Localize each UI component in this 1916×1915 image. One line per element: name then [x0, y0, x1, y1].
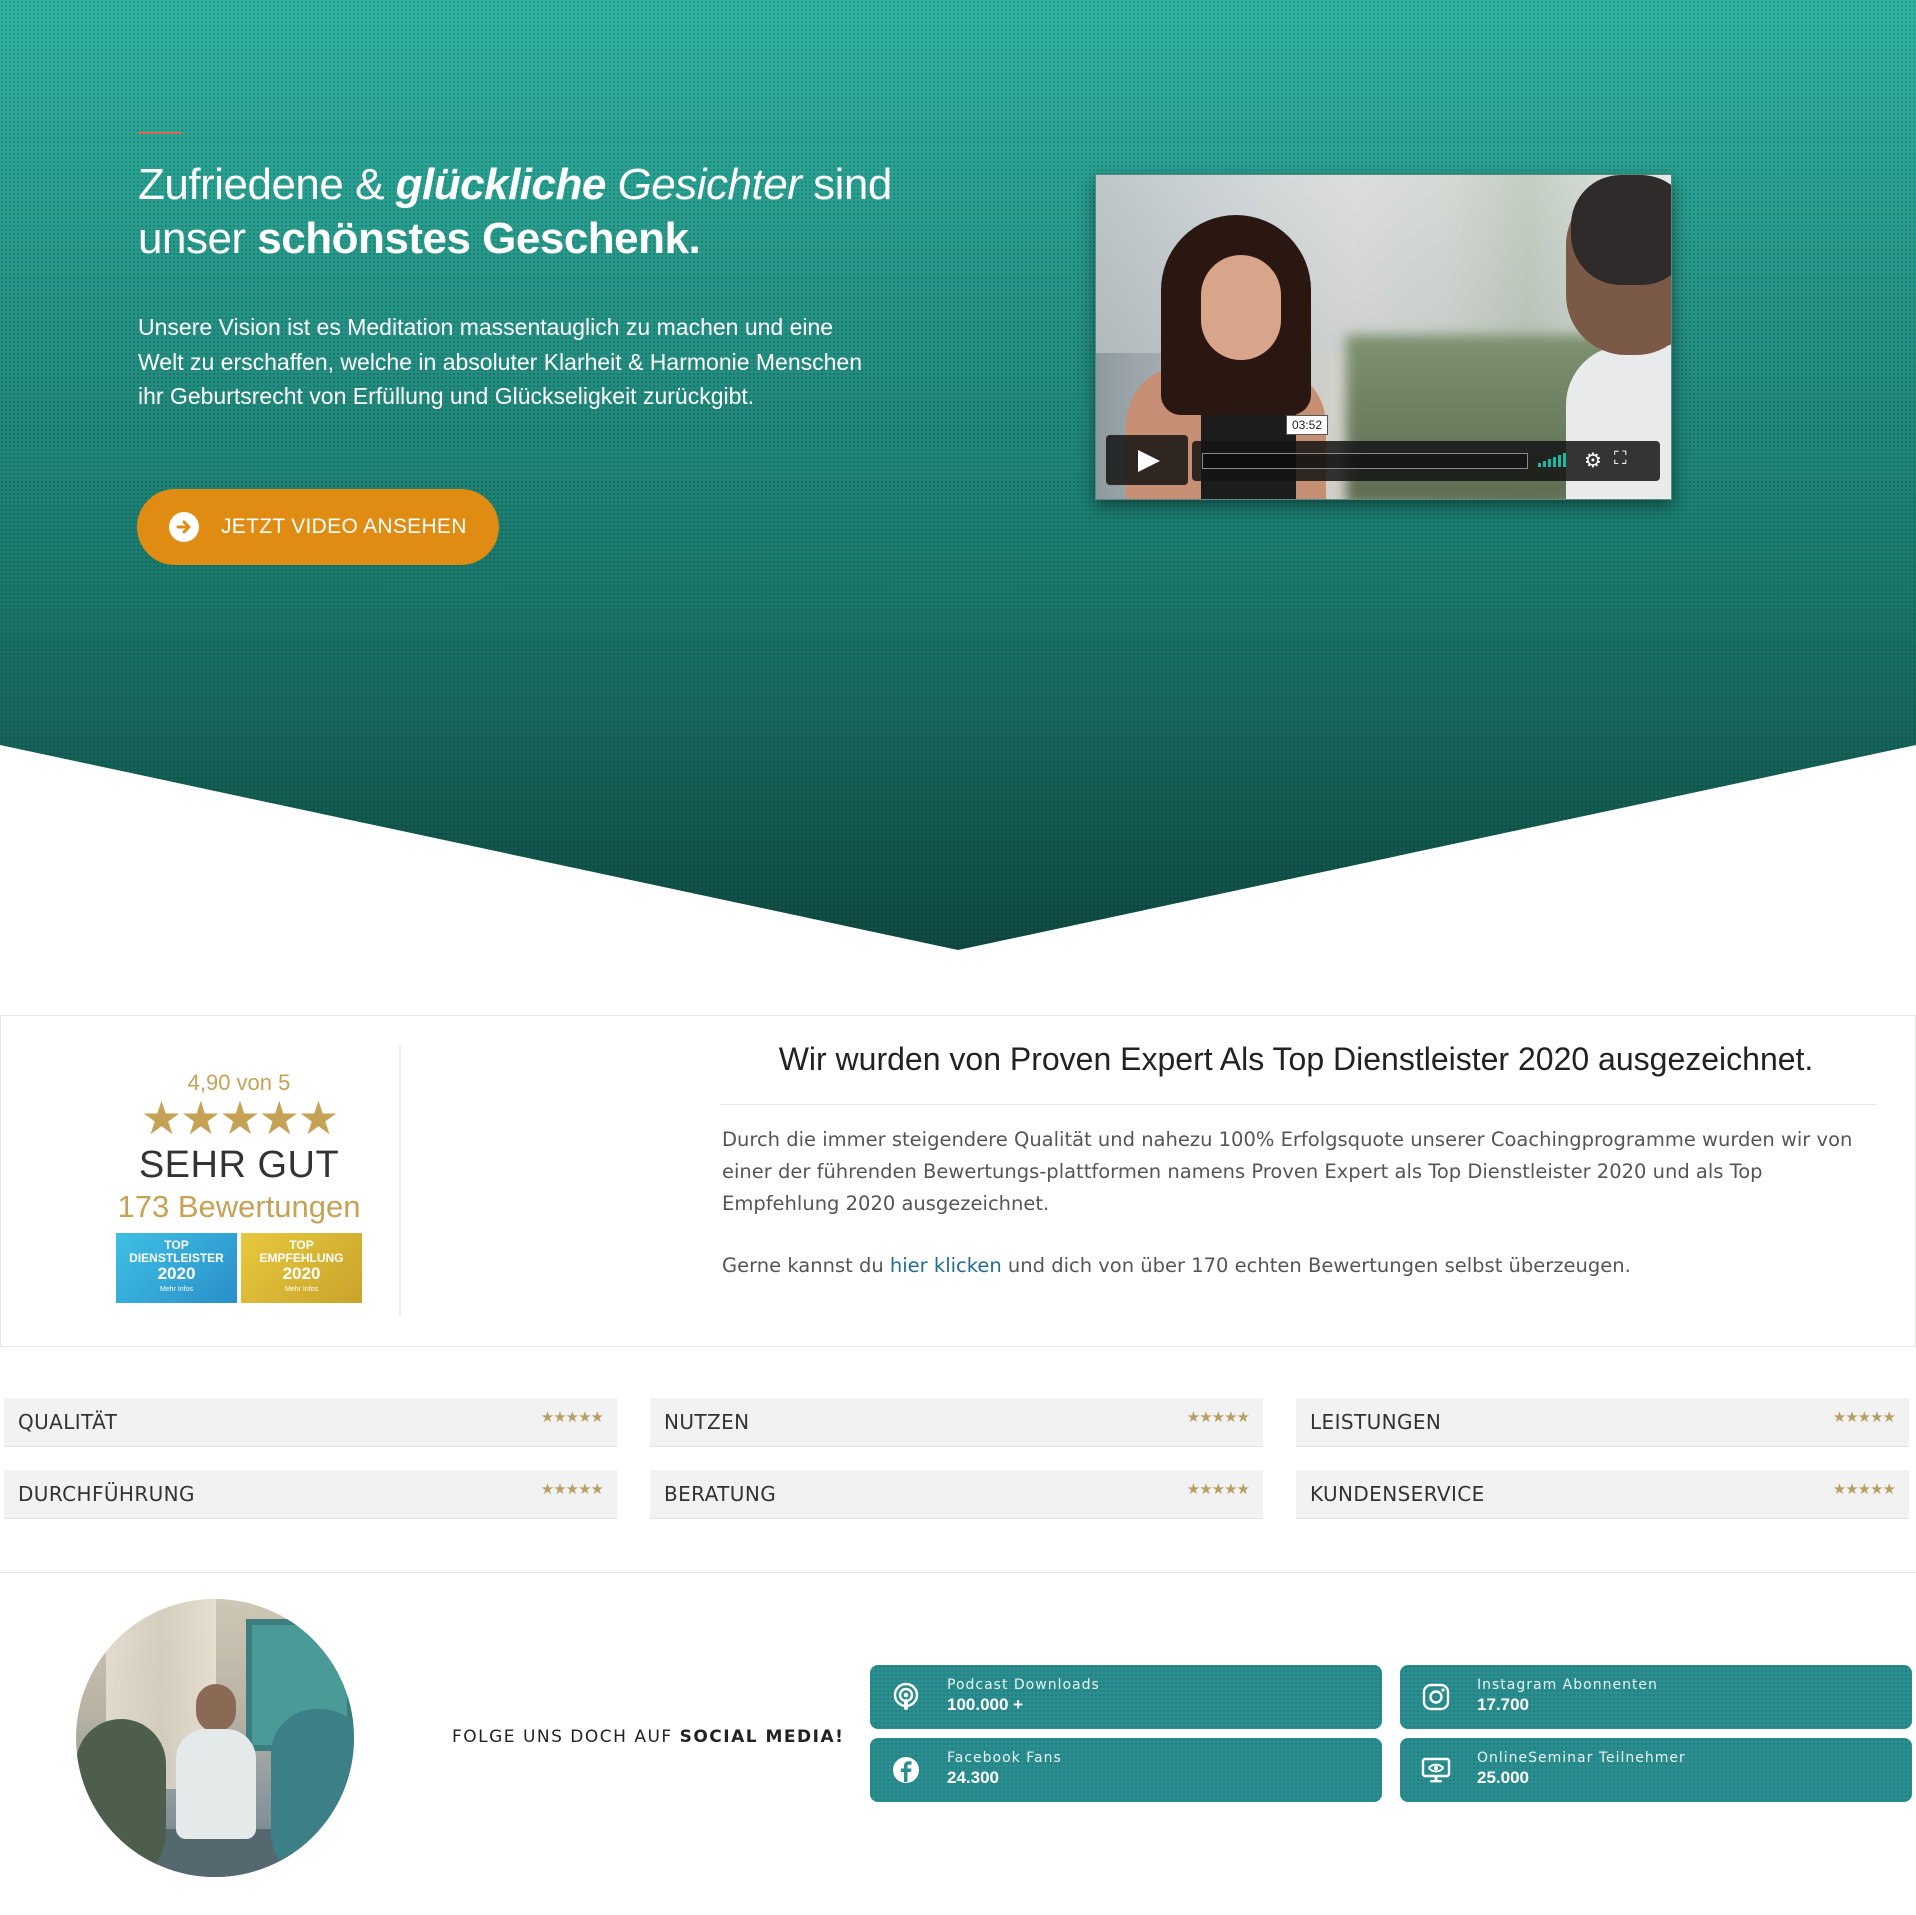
stat-facebook-fans[interactable]: Facebook Fans 24.300	[870, 1738, 1382, 1802]
award-paragraph: Durch die immer steigendere Qualität und…	[722, 1128, 1853, 1215]
rating-row-qualitaet: QUALITÄT ★★★★★	[4, 1398, 617, 1447]
stat-value: 17.700	[1477, 1695, 1529, 1714]
rating-stars-icon: ★★★★★	[1832, 1408, 1896, 1426]
stat-label: Podcast Downloads	[947, 1677, 1100, 1693]
divider	[721, 1104, 1876, 1105]
rating-label: DURCHFÜHRUNG	[18, 1482, 195, 1506]
badge-more-link: Mehr Infos	[159, 1286, 194, 1293]
follow-text-bold: SOCIAL MEDIA!	[679, 1727, 845, 1747]
stat-label: Facebook Fans	[947, 1750, 1062, 1766]
video-controls: 03:52 ⚙ ⛶	[1106, 415, 1661, 487]
stat-label: OnlineSeminar Teilnehmer	[1477, 1750, 1686, 1766]
rating-row-nutzen: NUTZEN ★★★★★	[650, 1398, 1263, 1447]
rating-row-durchfuehrung: DURCHFÜHRUNG ★★★★★	[4, 1470, 617, 1519]
video-control-bar: 03:52 ⚙ ⛶	[1192, 415, 1660, 481]
reviews-link[interactable]: hier klicken	[890, 1254, 1002, 1277]
rating-stars-icon: ★★★★★	[1832, 1480, 1896, 1498]
instagram-icon	[1422, 1683, 1450, 1711]
award-paragraph: Gerne kannst du	[722, 1254, 890, 1277]
hero-title-bold: schönstes Geschenk.	[257, 214, 701, 263]
rating-row-beratung: BERATUNG ★★★★★	[650, 1470, 1263, 1519]
video-person	[1201, 255, 1281, 360]
badge-more-link: Mehr Infos	[284, 1286, 319, 1293]
rating-stars-icon: ★★★★★	[140, 1091, 339, 1145]
arrow-circle-right-icon	[169, 512, 199, 542]
rating-label: BERATUNG	[664, 1482, 777, 1506]
award-description: Durch die immer steigendere Qualität und…	[722, 1124, 1882, 1282]
top-empfehlung-badge[interactable]: TOP EMPFEHLUNG 2020 Mehr Infos	[241, 1233, 362, 1303]
proven-expert-widget[interactable]: 4,90 von 5 ★★★★★ SEHR GUT 173 Bewertunge…	[79, 1046, 401, 1316]
award-heading: Wir wurden von Proven Expert Als Top Die…	[778, 1041, 1814, 1077]
follow-text: FOLGE UNS DOCH AUF	[452, 1727, 680, 1747]
photo-detail	[76, 1719, 166, 1877]
rating-label: LEISTUNGEN	[1310, 1410, 1442, 1434]
award-badges: TOP DIENSTLEISTER 2020 Mehr Infos TOP EM…	[79, 1233, 399, 1303]
divider	[0, 1572, 1916, 1573]
rating-row-kundenservice: KUNDENSERVICE ★★★★★	[1296, 1470, 1909, 1519]
rating-label: QUALITÄT	[18, 1410, 118, 1434]
photo-detail	[271, 1709, 354, 1877]
proven-expert-card: 4,90 von 5 ★★★★★ SEHR GUT 173 Bewertunge…	[0, 1015, 1916, 1347]
rating-count: 173 Bewertungen	[117, 1189, 361, 1224]
video-progress-bar[interactable]	[1202, 453, 1528, 469]
hero-title-italic: Gesichter	[605, 160, 802, 209]
top-dienstleister-badge[interactable]: TOP DIENSTLEISTER 2020 Mehr Infos	[116, 1233, 237, 1303]
follow-social-text: FOLGE UNS DOCH AUF SOCIAL MEDIA!	[452, 1727, 844, 1747]
hero-title-part: unser	[138, 214, 258, 263]
stat-instagram-followers[interactable]: Instagram Abonnenten 17.700	[1400, 1665, 1912, 1729]
hero-title-emphasis: glückliche	[395, 160, 607, 209]
rating-stars-icon: ★★★★★	[1186, 1480, 1250, 1498]
rating-stars-icon: ★★★★★	[540, 1480, 604, 1498]
webinar-icon	[1421, 1757, 1451, 1783]
fullscreen-icon[interactable]: ⛶	[1614, 448, 1627, 469]
photo-detail	[176, 1684, 256, 1839]
rating-label: KUNDENSERVICE	[1310, 1482, 1485, 1506]
watch-video-button[interactable]: JETZT VIDEO ANSEHEN	[137, 489, 499, 565]
hero-title-part: Zufriedene &	[138, 160, 396, 209]
video-timestamp: 03:52	[1286, 415, 1329, 435]
hero-title-part: sind	[801, 160, 892, 209]
stat-webinar-participants[interactable]: OnlineSeminar Teilnehmer 25.000	[1400, 1738, 1912, 1802]
rating-row-leistungen: LEISTUNGEN ★★★★★	[1296, 1398, 1909, 1447]
podcast-icon	[893, 1682, 919, 1710]
video-person	[1571, 175, 1671, 285]
watch-video-label: JETZT VIDEO ANSEHEN	[221, 515, 467, 538]
stat-value: 100.000 +	[947, 1695, 1024, 1714]
accent-line	[138, 132, 182, 134]
badge-year: 2020	[282, 1264, 321, 1283]
rating-grade: SEHR GUT	[138, 1144, 340, 1186]
rating-stars-icon: ★★★★★	[540, 1408, 604, 1426]
stat-podcast-downloads[interactable]: Podcast Downloads 100.000 +	[870, 1665, 1382, 1729]
video-player[interactable]: 03:52 ⚙ ⛶	[1095, 174, 1672, 500]
hero-description: Unsere Vision ist es Meditation massenta…	[138, 314, 863, 409]
hero-title: Zufriedene & glückliche Gesichter sind u…	[138, 158, 898, 266]
award-paragraph: und dich von über 170 echten Bewertungen…	[1001, 1254, 1631, 1277]
stat-value: 25.000	[1477, 1768, 1529, 1787]
badge-year: 2020	[157, 1264, 196, 1283]
rating-stars-icon: ★★★★★	[1186, 1408, 1250, 1426]
meditation-group-photo	[76, 1599, 354, 1877]
facebook-icon	[893, 1757, 919, 1783]
settings-gear-icon[interactable]: ⚙	[1584, 448, 1602, 472]
stat-label: Instagram Abonnenten	[1477, 1677, 1658, 1693]
volume-icon[interactable]	[1538, 451, 1566, 467]
stat-value: 24.300	[947, 1768, 999, 1787]
rating-label: NUTZEN	[664, 1410, 750, 1434]
play-button[interactable]	[1106, 435, 1188, 485]
